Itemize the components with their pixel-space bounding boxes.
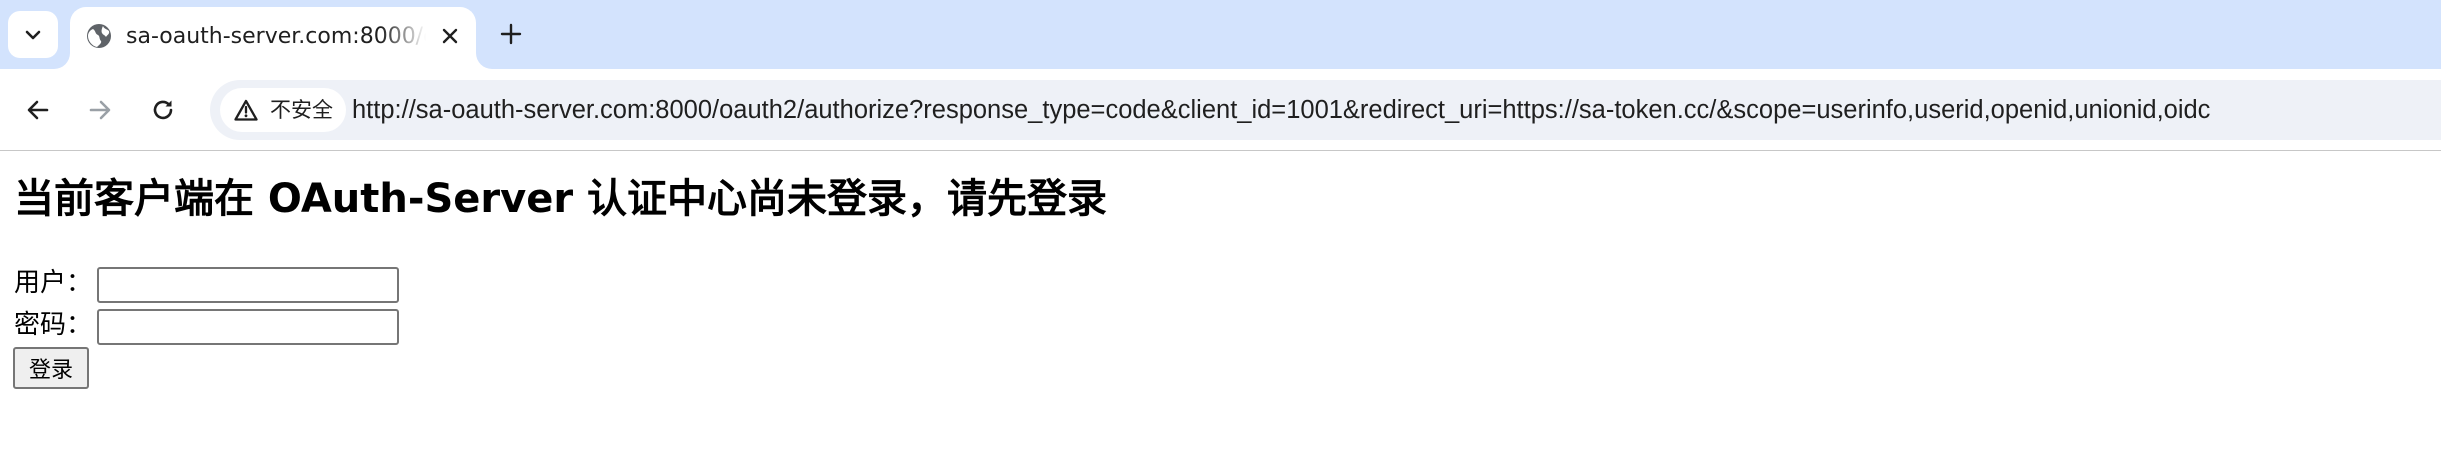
- reload-button[interactable]: [143, 90, 183, 130]
- username-input[interactable]: [97, 267, 399, 303]
- security-indicator[interactable]: 不安全: [220, 88, 346, 132]
- warning-triangle-icon: [234, 99, 258, 121]
- page-title: 当前客户端在 OAuth-Server 认证中心尚未登录，请先登录: [14, 176, 1108, 222]
- browser-tab-active[interactable]: sa-oauth-server.com:8000/oauth2/authoriz…: [70, 7, 476, 69]
- password-input[interactable]: [97, 309, 399, 345]
- arrow-left-icon: [27, 100, 49, 120]
- plus-icon: [500, 23, 522, 45]
- globe-icon: [87, 24, 111, 48]
- new-tab-button[interactable]: [494, 13, 528, 55]
- url-text[interactable]: http://sa-oauth-server.com:8000/oauth2/a…: [352, 93, 2210, 127]
- address-bar[interactable]: 不安全 http://sa-oauth-server.com:8000/oaut…: [210, 80, 2441, 140]
- tab-close-button[interactable]: [438, 24, 462, 48]
- reload-icon: [153, 100, 173, 120]
- password-label: 密码：: [14, 310, 93, 340]
- page-content: 当前客户端在 OAuth-Server 认证中心尚未登录，请先登录 用户： 密码…: [0, 151, 2441, 460]
- security-label: 不安全: [270, 98, 333, 122]
- login-button[interactable]: 登录: [13, 347, 89, 389]
- arrow-right-icon: [89, 100, 111, 120]
- tab-strip: sa-oauth-server.com:8000/oauth2/authoriz…: [0, 0, 2441, 69]
- browser-toolbar: 不安全 http://sa-oauth-server.com:8000/oaut…: [0, 69, 2441, 151]
- tab-search-button[interactable]: [8, 11, 58, 58]
- username-label: 用户：: [14, 268, 93, 298]
- close-icon: [442, 28, 458, 44]
- back-button[interactable]: [18, 90, 58, 130]
- chevron-down-icon: [25, 30, 41, 39]
- forward-button[interactable]: [80, 90, 120, 130]
- tab-title: sa-oauth-server.com:8000/oauth2/authoriz…: [126, 24, 426, 49]
